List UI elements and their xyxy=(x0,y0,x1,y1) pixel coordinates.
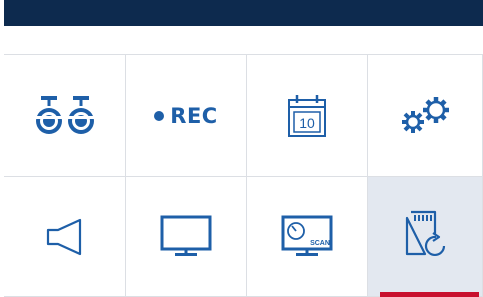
calendar-day-label: 10 xyxy=(299,115,315,131)
tile-cameras[interactable] xyxy=(4,55,126,177)
record-icon: REC xyxy=(154,104,217,128)
tile-settings[interactable] xyxy=(368,55,483,177)
tile-storage-restore[interactable] xyxy=(368,177,483,297)
settings-gears-icon xyxy=(402,96,449,133)
tile-calendar[interactable]: 10 xyxy=(247,55,368,177)
tile-record[interactable]: REC xyxy=(126,55,247,177)
header-area xyxy=(4,26,483,54)
scan-label: SCAN xyxy=(310,240,330,247)
record-dot xyxy=(154,110,165,121)
top-title-bar xyxy=(4,0,483,26)
monitor-icon xyxy=(160,215,212,256)
sd-card-restore-icon xyxy=(405,210,446,256)
tile-display[interactable] xyxy=(126,177,247,297)
calendar-icon: 10 xyxy=(288,94,326,137)
cameras-icon xyxy=(35,95,94,134)
monitor-scan-icon: SCAN xyxy=(281,215,333,256)
active-tile-indicator xyxy=(380,292,479,297)
tile-audio[interactable] xyxy=(4,177,126,297)
main-menu-grid: REC 10 SCAN xyxy=(4,54,483,297)
tile-monitor-scan[interactable]: SCAN xyxy=(247,177,368,297)
speaker-icon xyxy=(46,218,81,255)
record-label: REC xyxy=(170,103,218,128)
